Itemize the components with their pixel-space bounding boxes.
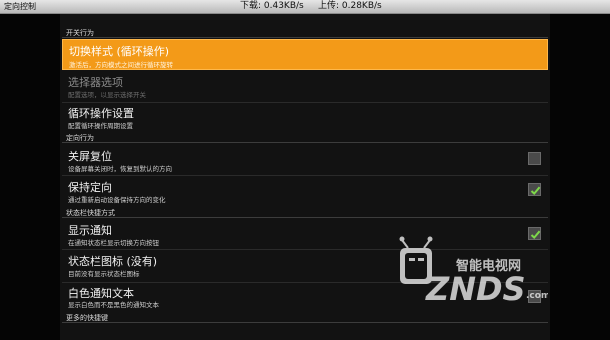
section-divider: [62, 37, 548, 38]
pref-summary: 目前没有显示状态栏图标: [68, 270, 140, 278]
right-margin: [550, 14, 610, 340]
watermark-brand-text: ZNDS: [425, 270, 526, 308]
section-divider: [62, 142, 548, 143]
pref-summary: 设备屏幕关闭时，恢复到默认的方向: [68, 165, 172, 173]
pref-summary: 通过重新启动设备保持方向的变化: [68, 196, 166, 204]
pref-reset-on-screen-off[interactable]: 关屏复位 设备屏幕关闭时，恢复到默认的方向: [62, 145, 548, 175]
znds-watermark-logo: 智能电视网 ZNDS .com: [399, 236, 548, 308]
check-icon: [530, 186, 541, 196]
pref-cycle-settings[interactable]: 循环操作设置 配置循环操作周期设置: [62, 103, 548, 131]
watermark-suffix-text: .com: [526, 291, 548, 301]
pref-keep-orientation[interactable]: 保持定向 通过重新启动设备保持方向的变化: [62, 176, 548, 206]
pref-summary: 在通知状态栏显示切换方向按钮: [68, 239, 159, 247]
pref-switch-style[interactable]: 切换样式 (循环操作) 激活后，方向模式之间进行循环旋转: [62, 39, 548, 70]
checkbox-unchecked[interactable]: [528, 152, 541, 165]
section-divider: [62, 322, 548, 323]
window-title: 定向控制: [4, 2, 36, 11]
pref-selector-options[interactable]: 选择器选项 配置选项，以显示选择开关: [62, 71, 548, 101]
title-bar: 定向控制 下载: 0.43KB/s 上传: 0.28KB/s: [0, 0, 610, 14]
pref-title: 关屏复位: [68, 150, 112, 163]
pref-title: 循环操作设置: [68, 107, 134, 120]
section-divider: [62, 217, 548, 218]
pref-summary: 配置循环操作周期设置: [68, 122, 133, 130]
pref-title: 保持定向: [68, 181, 112, 194]
pref-summary: 激活后，方向模式之间进行循环旋转: [69, 61, 173, 69]
checkbox-checked[interactable]: [528, 183, 541, 196]
upload-speed: 上传: 0.28KB/s: [318, 1, 382, 11]
pref-summary: 配置选项，以显示选择开关: [68, 91, 146, 99]
download-speed: 下载: 0.43KB/s: [240, 1, 304, 11]
pref-title: 切换样式 (循环操作): [69, 45, 170, 58]
pref-title: 选择器选项: [68, 76, 123, 89]
pref-title: 显示通知: [68, 224, 112, 237]
pref-title: 状态栏图标 (没有): [68, 255, 158, 268]
pref-summary: 显示白色而不是黑色的通知文本: [68, 301, 159, 309]
left-margin: [0, 14, 60, 340]
